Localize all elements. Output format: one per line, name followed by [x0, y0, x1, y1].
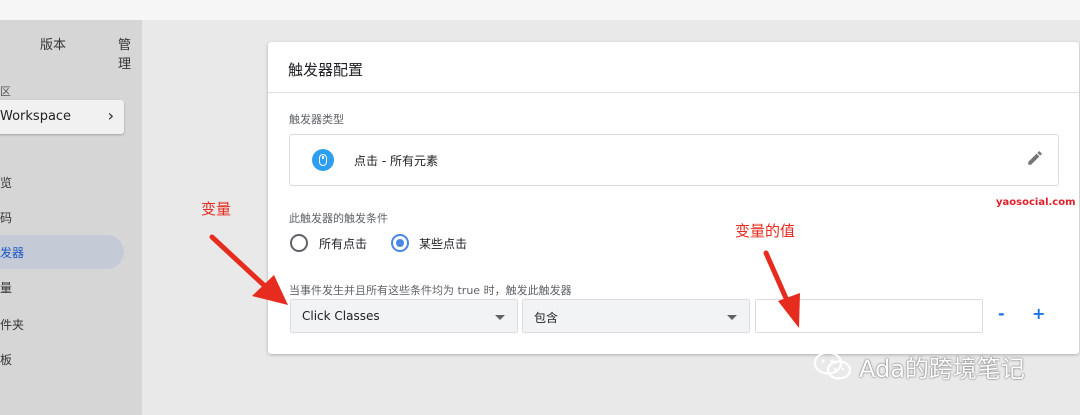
arrow-to-variable-icon [209, 234, 288, 305]
brand-watermark: Ada的跨境笔记 [813, 346, 1025, 386]
brand-text: Ada的跨境笔记 [859, 354, 1025, 383]
arrow-to-value-icon [763, 250, 800, 328]
wechat-icon [813, 351, 852, 380]
